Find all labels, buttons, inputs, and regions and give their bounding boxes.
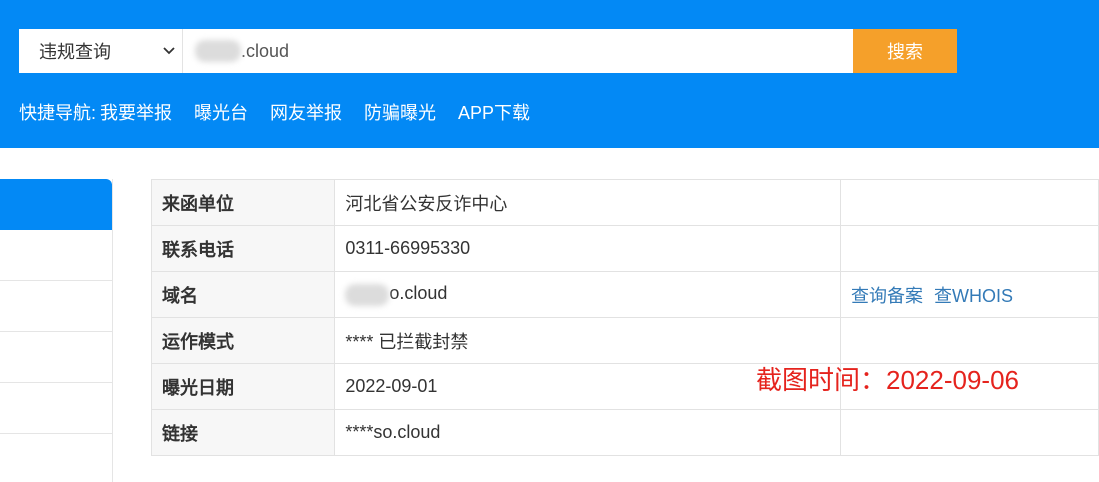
row-value: **** 已拦截封禁 xyxy=(334,317,841,364)
row-extra xyxy=(839,317,1099,364)
quick-nav: 快捷导航: 我要举报 曝光台 网友举报 防骗曝光 APP下载 xyxy=(19,99,530,125)
table-row: 域名 o.cloud 查询备案 查WHOIS xyxy=(150,271,1099,318)
row-value: ****so.cloud xyxy=(334,409,841,456)
query-type-select[interactable]: 违规查询 xyxy=(19,29,183,73)
search-input[interactable]: .cloud xyxy=(241,41,289,62)
table-row: 来函单位 河北省公安反诈中心 xyxy=(150,179,1099,226)
redacted-blur xyxy=(345,283,390,306)
row-extra xyxy=(839,409,1099,456)
side-panel-row[interactable] xyxy=(0,230,112,281)
row-extra xyxy=(839,179,1099,226)
row-extra: 查询备案 查WHOIS xyxy=(839,271,1099,318)
quick-nav-label: 快捷导航: xyxy=(19,103,97,123)
table-row: 运作模式 **** 已拦截封禁 xyxy=(150,317,1099,364)
search-bar: 违规查询 .cloud 搜索 xyxy=(19,29,957,73)
side-panel-row[interactable] xyxy=(0,281,112,332)
info-table: 来函单位 河北省公安反诈中心 联系电话 0311-66995330 域名 o.c… xyxy=(150,179,1099,456)
redacted-blur xyxy=(195,40,241,62)
side-panel-row[interactable] xyxy=(0,332,112,383)
row-value: 河北省公安反诈中心 xyxy=(334,179,841,226)
domain-value: o.cloud xyxy=(389,283,448,304)
row-extra xyxy=(839,225,1099,272)
row-key: 链接 xyxy=(150,409,336,456)
side-panel-row[interactable] xyxy=(0,383,112,434)
screenshot-time-annotation: 截图时间：2022-09-06 xyxy=(756,365,1019,395)
row-value: o.cloud xyxy=(334,271,841,318)
row-value: 0311-66995330 xyxy=(334,225,841,272)
quick-nav-item-anti-fraud[interactable]: 防骗曝光 xyxy=(364,99,436,125)
row-key: 运作模式 xyxy=(150,317,336,364)
quick-nav-item-report[interactable]: 我要举报 xyxy=(100,99,172,125)
quick-nav-item-exposure[interactable]: 曝光台 xyxy=(194,99,248,125)
search-input-wrap[interactable]: .cloud xyxy=(183,29,853,73)
side-panel xyxy=(0,179,113,482)
icp-lookup-link[interactable]: 查询备案 xyxy=(851,286,923,306)
quick-nav-item-app-download[interactable]: APP下载 xyxy=(458,99,530,125)
chevron-down-icon xyxy=(162,44,176,58)
search-button[interactable]: 搜索 xyxy=(853,29,957,73)
query-type-value: 违规查询 xyxy=(39,42,111,62)
row-key: 来函单位 xyxy=(150,179,336,226)
quick-nav-item-user-report[interactable]: 网友举报 xyxy=(270,99,342,125)
table-row: 链接 ****so.cloud xyxy=(150,409,1099,456)
row-key: 联系电话 xyxy=(150,225,336,272)
whois-lookup-link[interactable]: 查WHOIS xyxy=(934,286,1013,306)
row-key: 曝光日期 xyxy=(150,363,336,410)
row-key: 域名 xyxy=(150,271,336,318)
side-panel-header xyxy=(0,179,112,230)
header-bar: 违规查询 .cloud 搜索 快捷导航: 我要举报 曝光台 网友举报 防骗曝光 … xyxy=(0,0,1099,148)
table-row: 联系电话 0311-66995330 xyxy=(150,225,1099,272)
